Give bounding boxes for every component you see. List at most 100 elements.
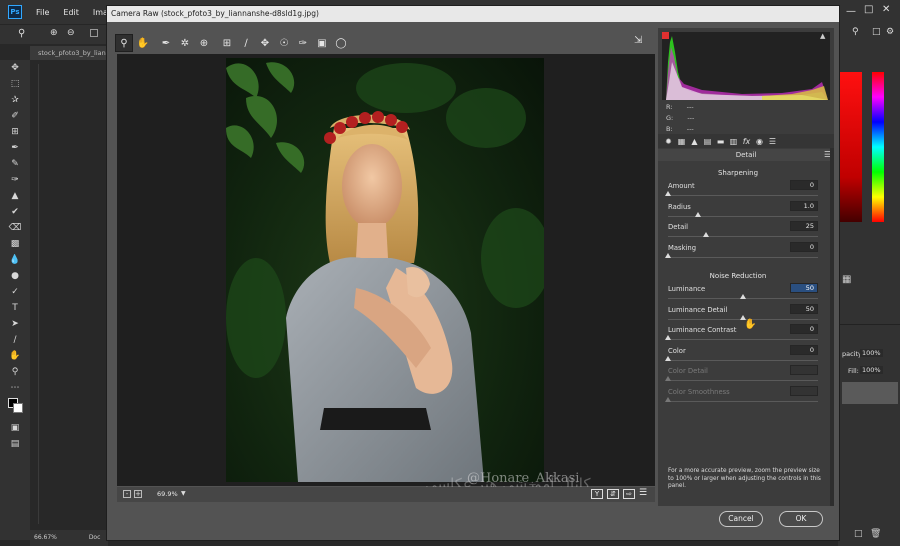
camera-calibration-tab-icon[interactable]: ◉ [753,137,766,146]
crop-tool-icon[interactable]: ⊞ [0,124,30,140]
graduated-filter-icon[interactable]: ▣ [313,34,331,52]
dodge-tool-icon[interactable]: ● [0,268,30,284]
history-brush-icon[interactable]: ✔ [0,204,30,220]
slider-detail[interactable]: Detail 25 [668,221,818,243]
minimize-icon[interactable]: — [846,6,856,17]
cancel-button[interactable]: Cancel [719,511,763,527]
marquee-tool-icon[interactable]: ⬚ [0,76,30,92]
lasso-tool-icon[interactable]: ✰ [0,92,30,108]
eyedropper-tool-icon[interactable]: ✒ [0,140,30,156]
resize-windows-checkbox[interactable] [90,29,98,37]
slider-thumb[interactable] [665,355,671,361]
basic-tab-icon[interactable]: ✹ [662,137,675,146]
slider-radius[interactable]: Radius 1.0 [668,200,818,223]
eraser-tool-icon[interactable]: ⌫ [0,220,30,236]
slider-track[interactable] [668,215,818,217]
share-icon[interactable]: ⚙ [886,27,894,37]
zoom-in-button[interactable]: + [134,490,142,498]
maximize-icon[interactable]: □ [864,4,873,15]
menu-edit[interactable]: Edit [63,8,79,17]
ok-button[interactable]: OK [779,511,823,527]
red-eye-icon[interactable]: ☉ [275,34,293,52]
chevron-down-icon[interactable]: ▼ [181,490,186,497]
stamp-tool-icon[interactable]: ▲ [0,188,30,204]
screen-mode-icon[interactable]: ▤ [0,436,30,452]
shadow-clip-warning-icon[interactable] [662,32,669,39]
slider-thumb[interactable] [665,335,671,340]
zoom-tool-option-icon[interactable]: ⚲ [18,28,25,39]
healing-brush-icon[interactable]: ✎ [0,156,30,172]
slider-thumb[interactable] [740,294,746,299]
slider-value[interactable]: 0 [790,241,818,252]
menu-file[interactable]: File [36,8,49,17]
radial-filter-icon[interactable]: ◯ [332,34,350,52]
quick-mask-icon[interactable]: ▣ [0,420,30,436]
slider-value[interactable]: 25 [790,221,818,231]
detail-tab-icon[interactable]: ▲ [688,137,701,146]
zoom-out-button[interactable]: - [123,490,131,498]
hand-tool-icon[interactable]: ✋ [0,348,30,364]
slider-value[interactable]: 0 [790,344,818,355]
slider-thumb[interactable] [702,232,709,237]
slider-value[interactable]: 1.0 [790,200,818,211]
gradient-tool-icon[interactable]: ▩ [0,236,30,252]
more-tools-icon[interactable]: ⋯ [0,380,30,396]
zoom-status[interactable]: 66.67% [34,534,57,541]
trash-icon[interactable]: 🗑 [870,529,881,539]
open-preferences-icon[interactable]: ⇲ [634,35,642,46]
slider-track[interactable] [668,236,818,237]
straighten-icon[interactable]: ∕ [237,34,255,52]
zoom-level[interactable]: 69.9% [157,490,178,498]
document-tab[interactable]: stock_pfoto3_by_lian [30,46,108,60]
pen-tool-icon[interactable]: ✓ [0,284,30,300]
move-tool-icon[interactable]: ✥ [0,60,30,76]
swap-settings-icon[interactable]: ⇵ [607,489,619,499]
slider-value[interactable]: 0 [790,324,818,334]
zoom-in-icon[interactable]: ⊕ [50,28,58,38]
slider-luminance-detail[interactable]: Luminance Detail 50 [668,303,818,326]
lens-corrections-tab-icon[interactable]: ▥ [727,137,740,146]
effects-tab-icon[interactable]: fx [740,137,753,146]
slider-value[interactable]: 50 [790,283,818,293]
white-balance-icon[interactable]: ✒ [157,34,175,52]
zoom-tool-icon[interactable]: ⚲ [115,34,133,52]
close-icon[interactable]: ✕ [882,4,890,15]
copy-settings-icon[interactable]: ⇨ [623,489,635,499]
slider-masking[interactable]: Masking 0 [665,241,818,264]
path-select-tool-icon[interactable]: ➤ [0,316,30,332]
spot-removal-icon[interactable]: ✥ [256,34,274,52]
brush-tool-icon[interactable]: ✑ [0,172,30,188]
slider-track[interactable] [668,256,818,258]
opacity-value[interactable]: 100% [860,349,883,357]
targeted-adjustment-icon[interactable]: ⊕ [195,34,213,52]
slider-luminance-contrast[interactable]: Luminance Contrast 0 [665,324,818,346]
zoom-out-icon[interactable]: ⊖ [67,28,75,38]
type-tool-icon[interactable]: T [0,300,30,316]
hue-slider[interactable] [872,72,884,222]
panel-scrollbar[interactable] [830,148,834,506]
zoom-tool-icon[interactable]: ⚲ [0,364,30,380]
tone-curve-tab-icon[interactable]: ▦ [675,137,688,146]
presets-tab-icon[interactable]: ☰ [766,137,779,146]
slider-amount[interactable]: Amount 0 [665,180,818,202]
slider-thumb[interactable] [695,211,701,217]
new-layer-icon[interactable]: □ [854,529,863,539]
crop-icon[interactable]: ⊞ [218,34,236,52]
color-field[interactable] [840,72,862,222]
slider-track[interactable] [668,195,818,196]
color-sampler-icon[interactable]: ✲ [176,34,194,52]
workspace-icon[interactable]: □ [872,27,881,37]
line-tool-icon[interactable]: ∕ [0,332,30,348]
grid-icon[interactable]: ▦ [842,274,851,285]
highlight-clip-warning-icon[interactable]: ▲ [820,32,825,40]
quick-select-tool-icon[interactable]: ✐ [0,108,30,124]
slider-thumb[interactable] [665,252,671,258]
blur-tool-icon[interactable]: 💧 [0,252,30,268]
search-icon[interactable]: ⚲ [852,27,859,37]
slider-track[interactable] [668,339,818,340]
hand-tool-icon[interactable]: ✋ [134,34,152,52]
adjustment-brush-icon[interactable]: ✑ [294,34,312,52]
slider-luminance[interactable]: Luminance 50 [668,283,818,305]
slider-color[interactable]: Color 0 [665,344,818,367]
slider-value[interactable]: 0 [790,180,818,190]
